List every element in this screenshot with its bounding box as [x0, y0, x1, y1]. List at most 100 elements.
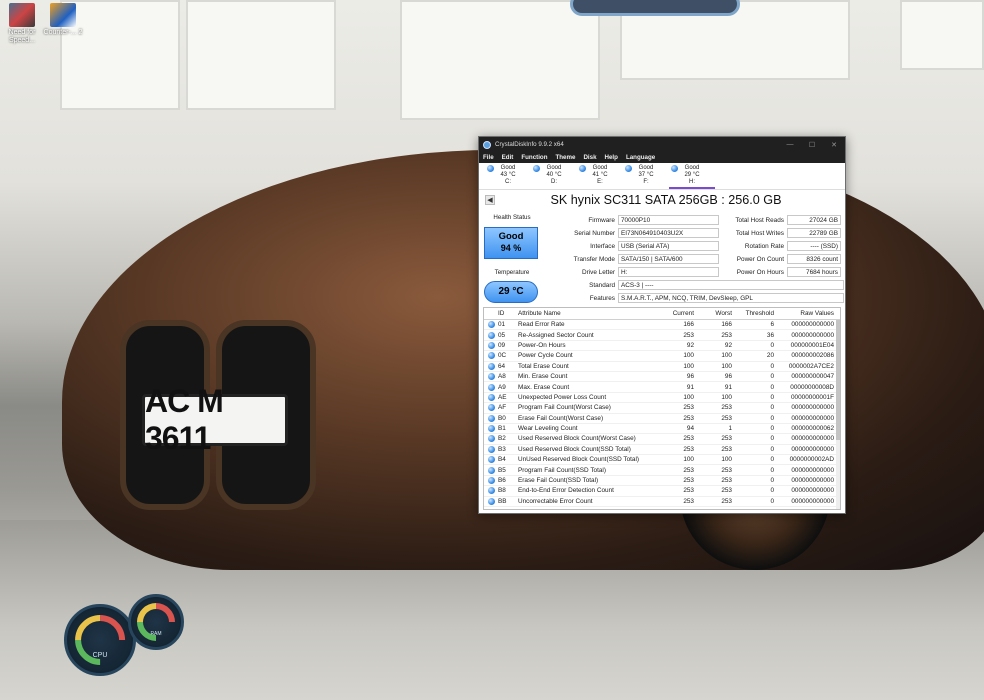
table-row[interactable]: B1 Wear Leveling Count 94 1 0 000000000062: [484, 424, 840, 435]
attr-current: 91: [686, 383, 694, 391]
attr-id: AF: [498, 404, 507, 412]
attr-current: 253: [683, 435, 694, 443]
attr-id: B8: [498, 487, 506, 495]
attr-id: 64: [498, 362, 506, 370]
temperature-badge[interactable]: 29 °C: [484, 281, 538, 303]
table-row[interactable]: A8 Min. Erase Count 96 96 0 000000000047: [484, 372, 840, 383]
window-title: CrystalDiskInfo 9.9.2 x64: [495, 141, 564, 148]
status-dot-icon: [487, 466, 495, 474]
health-status-badge[interactable]: Good 94 %: [484, 227, 538, 259]
attr-raw: 000000000000: [791, 331, 834, 339]
desktop-icon-label: Need for Speed...: [8, 29, 36, 44]
attr-name: Program Fail Count(Worst Case): [518, 404, 611, 412]
attr-worst: 96: [724, 373, 732, 381]
table-row[interactable]: 09 Power-On Hours 92 92 0 000000001E04: [484, 341, 840, 352]
menu-function[interactable]: Function: [521, 154, 547, 161]
table-row[interactable]: A9 Max. Erase Count 91 91 0 00000000008D: [484, 382, 840, 393]
drive-tab-f[interactable]: Good 37 °C F:: [623, 163, 669, 189]
attr-id: A9: [498, 383, 506, 391]
attr-id: B2: [498, 435, 506, 443]
interface-row: Interface USB (Serial ATA): [539, 240, 719, 252]
menu-edit[interactable]: Edit: [502, 154, 514, 161]
attr-threshold: 0: [770, 383, 774, 391]
desktop-icon-need-for-speed[interactable]: Need for Speed...: [2, 3, 42, 45]
attr-worst: 253: [721, 497, 732, 505]
column-header-current[interactable]: Current: [646, 310, 694, 317]
title-bar[interactable]: CrystalDiskInfo 9.9.2 x64 — ☐ ✕: [479, 137, 845, 152]
drive-letter-value: H:: [618, 267, 719, 277]
attr-name: Wear Leveling Count: [518, 425, 578, 433]
ram-gauge: RAM: [128, 594, 184, 650]
attr-current: 96: [686, 373, 694, 381]
scrollbar-thumb[interactable]: [836, 320, 840, 440]
gauge-arc: [129, 595, 183, 649]
attr-current: 100: [683, 393, 694, 401]
status-dot-icon: [487, 414, 495, 422]
attr-name: Max. Erase Count: [518, 383, 570, 391]
column-header-id[interactable]: ID: [498, 310, 518, 317]
status-dot-icon: [487, 321, 495, 329]
background-window-pane: [400, 0, 600, 120]
table-row[interactable]: B5 Program Fail Count(SSD Total) 253 253 0 00…: [484, 465, 840, 476]
column-header-raw[interactable]: Raw Values: [774, 310, 834, 317]
prev-disk-button[interactable]: ◀: [485, 195, 495, 205]
attr-raw: 000000000000: [791, 466, 834, 474]
attr-threshold: 0: [770, 393, 774, 401]
attr-id: B0: [498, 414, 506, 422]
desktop-icon-counter-strike[interactable]: Counter-... 2: [43, 3, 83, 37]
transfer-mode-row: Transfer Mode SATA/150 | SATA/600: [539, 253, 719, 265]
menu-file[interactable]: File: [483, 154, 494, 161]
close-button[interactable]: ✕: [823, 141, 845, 149]
maximize-button[interactable]: ☐: [801, 141, 823, 149]
drive-tab-d[interactable]: Good 40 °C D:: [531, 163, 577, 189]
table-row[interactable]: AF Program Fail Count(Worst Case) 253 253 0 0…: [484, 403, 840, 414]
attr-current: 166: [683, 321, 694, 329]
table-row[interactable]: 05 Re-Assigned Sector Count 253 253 36 000000…: [484, 330, 840, 341]
disk-model-title: SK hynix SC311 SATA 256GB : 256.0 GB: [550, 193, 782, 207]
table-row[interactable]: B8 End-to-End Error Detection Count 253 253…: [484, 486, 840, 497]
attr-threshold: 0: [770, 466, 774, 474]
table-row[interactable]: B2 Used Reserved Block Count(Worst Case) 2…: [484, 434, 840, 445]
table-row[interactable]: 0C Power Cycle Count 100 100 20 000000002086: [484, 351, 840, 362]
column-header-worst[interactable]: Worst: [694, 310, 732, 317]
smart-attributes-table[interactable]: ID Attribute Name Current Worst Threshol…: [483, 307, 841, 510]
table-row[interactable]: BB Uncorrectable Error Count 253 253 0 000000…: [484, 497, 840, 508]
menu-language[interactable]: Language: [626, 154, 655, 161]
column-header-name[interactable]: Attribute Name: [518, 310, 646, 317]
menu-help[interactable]: Help: [605, 154, 618, 161]
attr-raw: 000000000000: [791, 487, 834, 495]
drive-tab-c[interactable]: Good 43 °C C:: [485, 163, 531, 189]
minimize-button[interactable]: —: [779, 141, 801, 149]
attr-id: B1: [498, 425, 506, 433]
top-widget-bar[interactable]: [570, 0, 740, 16]
status-dot-icon: [487, 425, 495, 433]
attr-name: Min. Erase Count: [518, 373, 568, 381]
table-row[interactable]: B3 Used Reserved Block Count(SSD Total) 25…: [484, 445, 840, 456]
attr-current: 253: [683, 477, 694, 485]
attr-worst: 253: [721, 445, 732, 453]
column-header-threshold[interactable]: Threshold: [732, 310, 774, 317]
attr-worst: 100: [721, 362, 732, 370]
firmware-row: Firmware 70000P10: [539, 214, 719, 226]
attr-id: B4: [498, 456, 506, 464]
drive-letter-row: Drive Letter H:: [539, 266, 719, 278]
table-row[interactable]: B0 Erase Fail Count(Worst Case) 253 253 0 000…: [484, 414, 840, 424]
power-on-hours-row: Power On Hours 7684 hours: [721, 266, 841, 278]
table-scrollbar[interactable]: [836, 320, 840, 509]
attr-threshold: 6: [770, 321, 774, 329]
crystaldiskinfo-window: CrystalDiskInfo 9.9.2 x64 — ☐ ✕ File Edi…: [478, 136, 846, 514]
table-row[interactable]: B4 UnUsed Reserved Block Count(SSD Total)…: [484, 455, 840, 466]
status-dot-icon: [487, 435, 495, 443]
cpu-gauge: CPU: [64, 604, 136, 676]
table-row[interactable]: B6 Erase Fail Count(SSD Total) 253 253 0 0000…: [484, 476, 840, 487]
drive-tab-h[interactable]: Good 29 °C H:: [669, 163, 715, 189]
drive-tab-e[interactable]: Good 41 °C E:: [577, 163, 623, 189]
attr-raw: 00000000008D: [790, 383, 834, 391]
table-row[interactable]: 01 Read Error Rate 166 166 6 000000000000: [484, 320, 840, 331]
menu-disk[interactable]: Disk: [583, 154, 596, 161]
drive-selector: Good 43 °C C: Good 40 °C D: Good 41 °C E: Good…: [479, 163, 845, 190]
attr-raw: 000000000000: [791, 445, 834, 453]
table-row[interactable]: 64 Total Erase Count 100 100 0 0000002A7CE2: [484, 362, 840, 372]
menu-theme[interactable]: Theme: [555, 154, 575, 161]
table-row[interactable]: AE Unexpected Power Loss Count 100 100 0 0000…: [484, 393, 840, 404]
